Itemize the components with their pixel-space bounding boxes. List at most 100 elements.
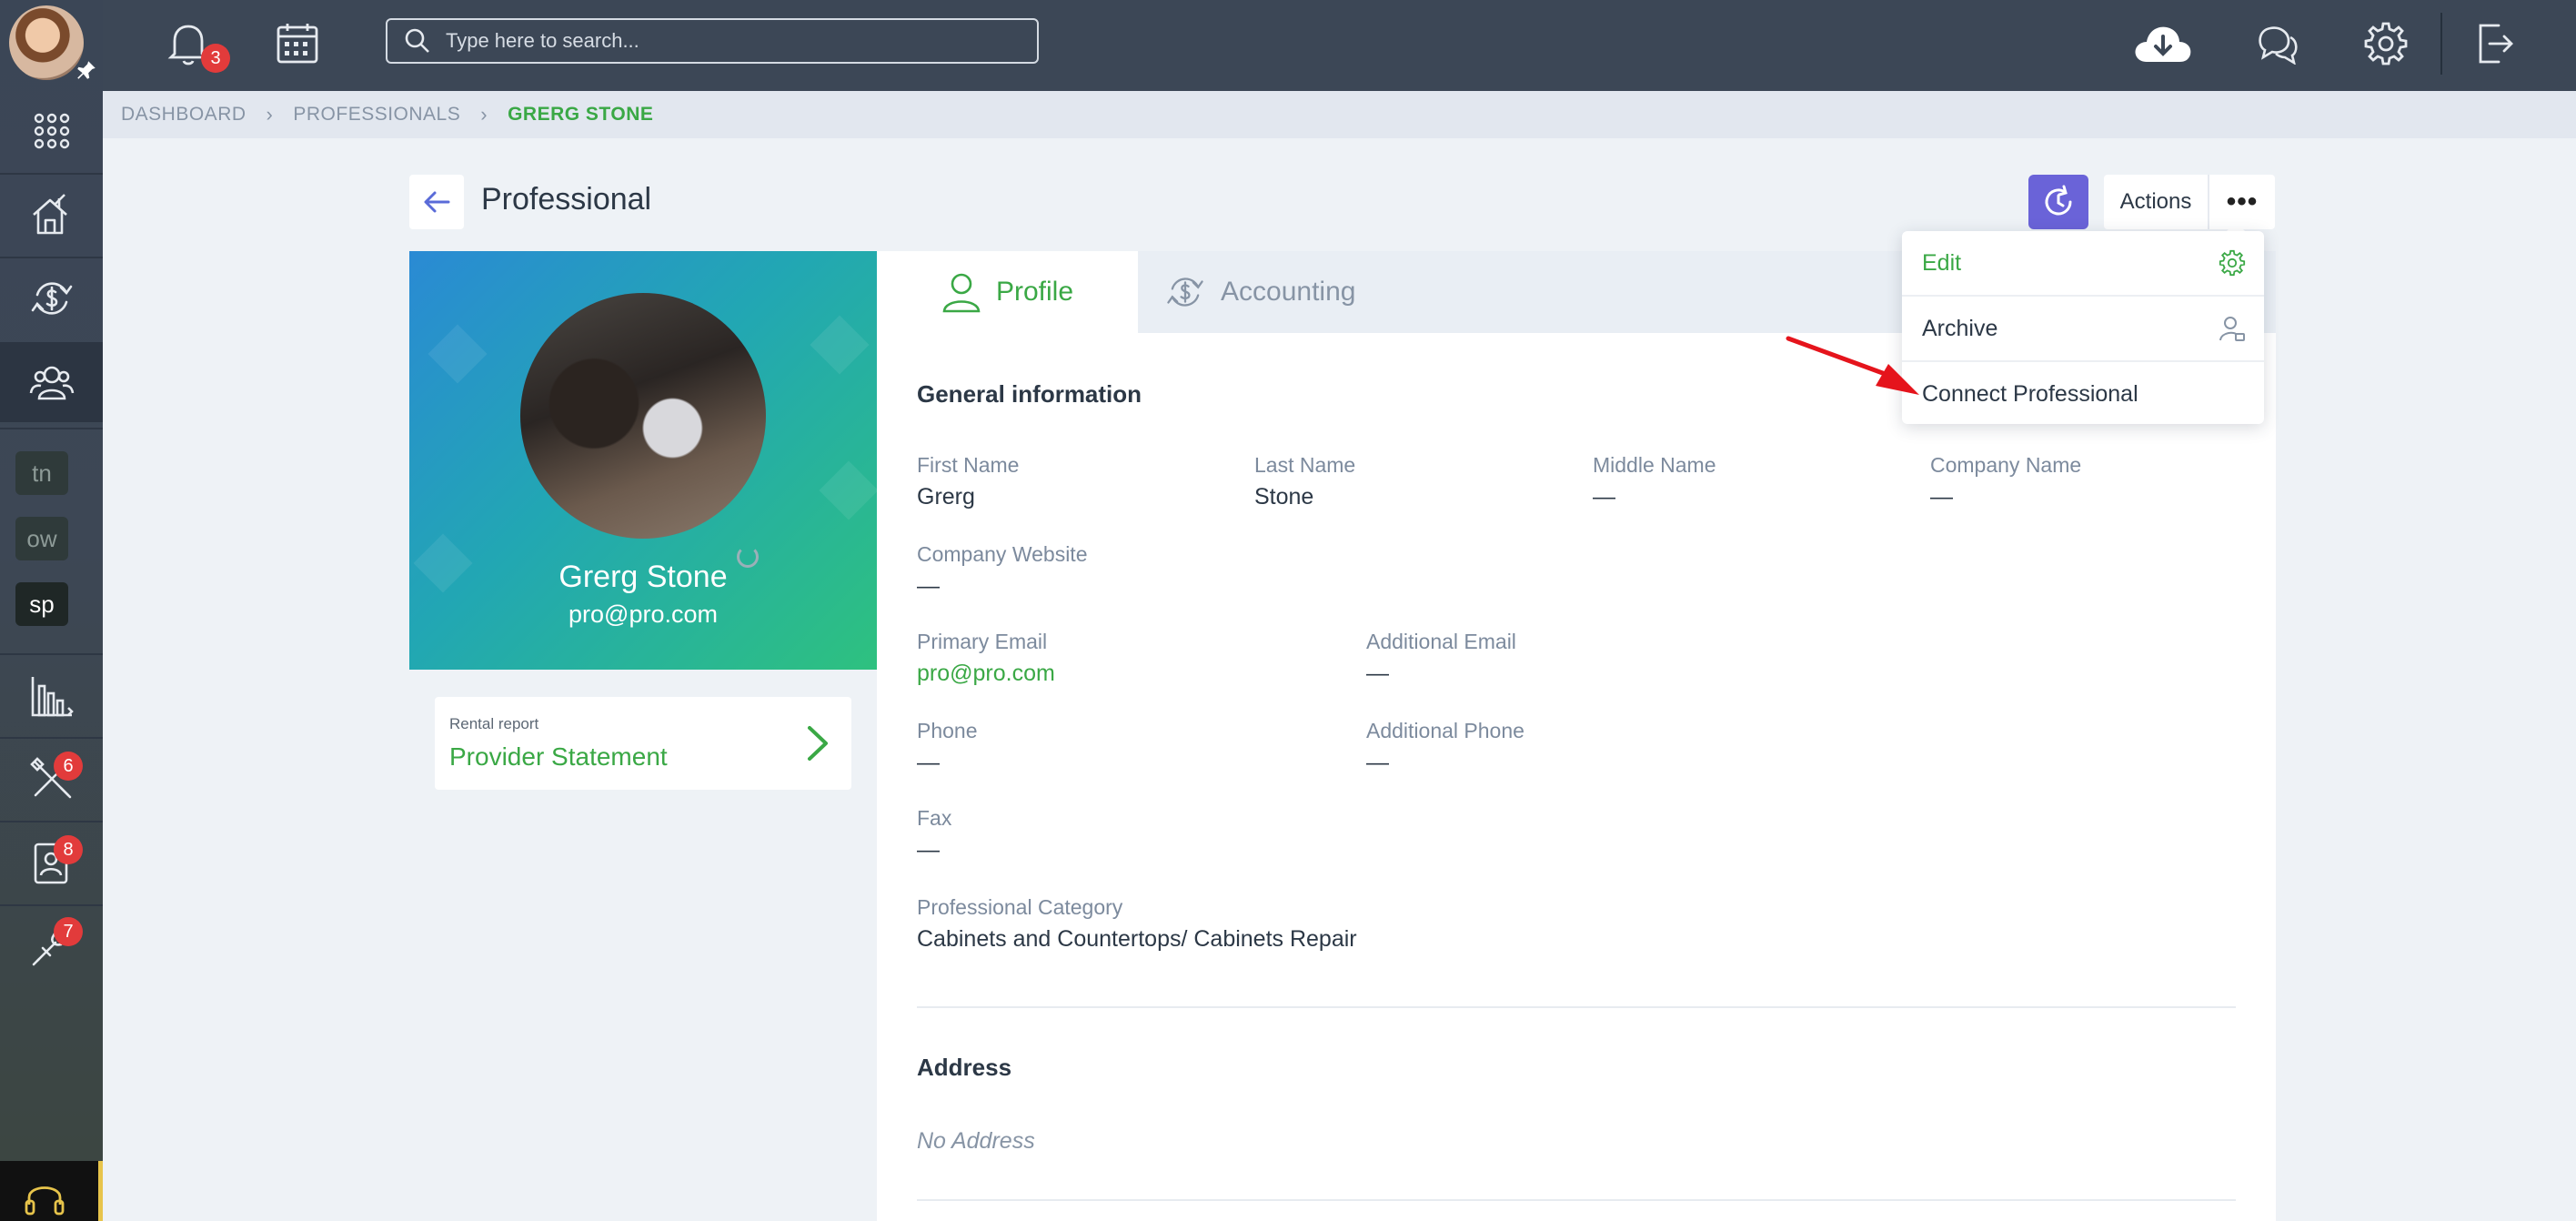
sidebar-item-tools[interactable] [0, 739, 103, 819]
sidebar-divider [0, 428, 103, 429]
support-accent [98, 1161, 103, 1221]
menu-item-connect-professional[interactable]: Connect Professional [1902, 362, 2264, 426]
breadcrumb: DASHBOARD › PROFESSIONALS › GRERG STONE [103, 91, 2576, 138]
left-sidebar: tn ow sp 6 8 7 [0, 0, 103, 1221]
menu-item-archive[interactable]: Archive [1902, 297, 2264, 360]
hero-decoration [428, 324, 488, 384]
profile-email: pro@pro.com [569, 600, 718, 628]
sidebar-item-apps[interactable] [0, 91, 103, 171]
company-website-value: — [917, 573, 940, 599]
red-arrow-icon [1786, 336, 1919, 395]
logout-button[interactable] [2468, 16, 2522, 71]
history-button[interactable] [2028, 175, 2088, 229]
additional-phone-value: — [1366, 750, 1389, 775]
house-icon [32, 194, 67, 235]
general-info-title: General information [917, 380, 1142, 408]
user-archive-icon [2219, 317, 2245, 341]
gear-icon [2219, 249, 2246, 277]
sidebar-item-maintenance[interactable] [0, 906, 103, 986]
pin-icon[interactable] [75, 58, 98, 82]
profile-photo [520, 293, 766, 539]
menu-item-edit-label: Edit [1922, 249, 1962, 276]
back-button[interactable] [409, 175, 464, 229]
dollar-cycle-icon [1167, 278, 1203, 307]
breadcrumb-current: GRERG STONE [508, 104, 654, 125]
middle-name-label: Middle Name [1593, 453, 1716, 477]
company-website-label: Company Website [917, 542, 1088, 566]
tab-profile[interactable]: Profile [877, 251, 1138, 333]
notifications-badge: 3 [201, 44, 230, 73]
menu-item-edit[interactable]: Edit [1902, 231, 2264, 295]
company-name-label: Company Name [1930, 453, 2082, 477]
search-input[interactable] [444, 28, 1011, 54]
fax-value: — [917, 837, 940, 863]
menu-item-connect-label: Connect Professional [1922, 380, 2138, 407]
headset-icon [25, 1186, 65, 1216]
section-divider [917, 1199, 2236, 1201]
maintenance-badge: 7 [54, 917, 83, 946]
last-name-value: Stone [1254, 484, 1314, 510]
report-type-label: Rental report [449, 715, 539, 732]
shortcut-ow[interactable]: ow [15, 517, 68, 560]
details-panel: General information First Name Grerg Las… [877, 333, 2276, 1221]
additional-email-value: — [1366, 661, 1389, 686]
chat-button[interactable] [2249, 16, 2304, 71]
category-label: Professional Category [917, 895, 1123, 919]
no-address-text: No Address [917, 1128, 1035, 1154]
cloud-download-icon [2135, 26, 2191, 62]
chat-icon [2259, 26, 2298, 65]
sidebar-item-people[interactable] [0, 342, 103, 422]
tab-accounting[interactable]: Accounting [1164, 251, 1355, 333]
fax-label: Fax [917, 806, 952, 830]
more-options-button[interactable]: ••• [2209, 175, 2275, 229]
first-name-label: First Name [917, 453, 1020, 477]
search-icon [405, 28, 429, 53]
sidebar-item-properties[interactable] [0, 175, 103, 255]
actions-group: Actions ••• [2104, 175, 2275, 229]
shortcut-sp[interactable]: sp [15, 582, 68, 626]
user-icon [942, 273, 981, 313]
profile-name: Grerg Stone [558, 560, 728, 594]
chevron-right-icon [808, 726, 828, 761]
user-avatar[interactable] [9, 5, 84, 80]
shortcut-tn[interactable]: tn [15, 451, 68, 495]
actions-button[interactable]: Actions [2104, 175, 2209, 229]
calendar-button[interactable] [270, 16, 325, 71]
menu-item-archive-label: Archive [1922, 315, 1998, 341]
breadcrumb-professionals[interactable]: PROFESSIONALS [293, 104, 460, 126]
address-title: Address [917, 1054, 1012, 1081]
actions-dropdown: Edit Archive Connect Professional [1902, 231, 2264, 424]
first-name-value: Grerg [917, 484, 975, 510]
phone-label: Phone [917, 719, 978, 742]
category-value: Cabinets and Countertops/ Cabinets Repai… [917, 926, 1357, 952]
contacts-badge: 8 [54, 835, 83, 864]
tools-badge: 6 [54, 752, 83, 781]
grid-icon [34, 113, 69, 149]
primary-email-link[interactable]: pro@pro.com [917, 661, 1055, 687]
breadcrumb-dashboard[interactable]: DASHBOARD [121, 104, 247, 126]
primary-email-label: Primary Email [917, 630, 1048, 653]
chevron-right-icon: › [266, 103, 274, 126]
search-box[interactable] [386, 18, 1039, 64]
additional-phone-label: Additional Phone [1366, 719, 1524, 742]
settings-button[interactable] [2359, 16, 2413, 71]
arrow-left-icon [424, 191, 450, 213]
tab-accounting-label: Accounting [1221, 277, 1356, 307]
chevron-right-icon: › [480, 103, 488, 126]
provider-statement-card[interactable]: Rental report Provider Statement [435, 697, 851, 790]
support-button[interactable] [0, 1161, 100, 1221]
sidebar-item-contacts[interactable] [0, 822, 103, 903]
sidebar-item-reports[interactable] [0, 657, 103, 737]
sidebar-item-accounting[interactable] [0, 258, 103, 338]
report-title: Provider Statement [449, 742, 668, 771]
topbar-separator [2440, 13, 2442, 75]
people-icon [29, 366, 74, 400]
download-button[interactable] [2128, 16, 2198, 71]
company-name-value: — [1930, 484, 1953, 510]
sidebar-divider [0, 653, 103, 655]
dollar-cycle-icon [31, 282, 72, 315]
middle-name-value: — [1593, 484, 1615, 510]
hero-decoration [810, 315, 870, 375]
profile-hero: Grerg Stone pro@pro.com [409, 251, 877, 670]
additional-email-label: Additional Email [1366, 630, 1516, 653]
